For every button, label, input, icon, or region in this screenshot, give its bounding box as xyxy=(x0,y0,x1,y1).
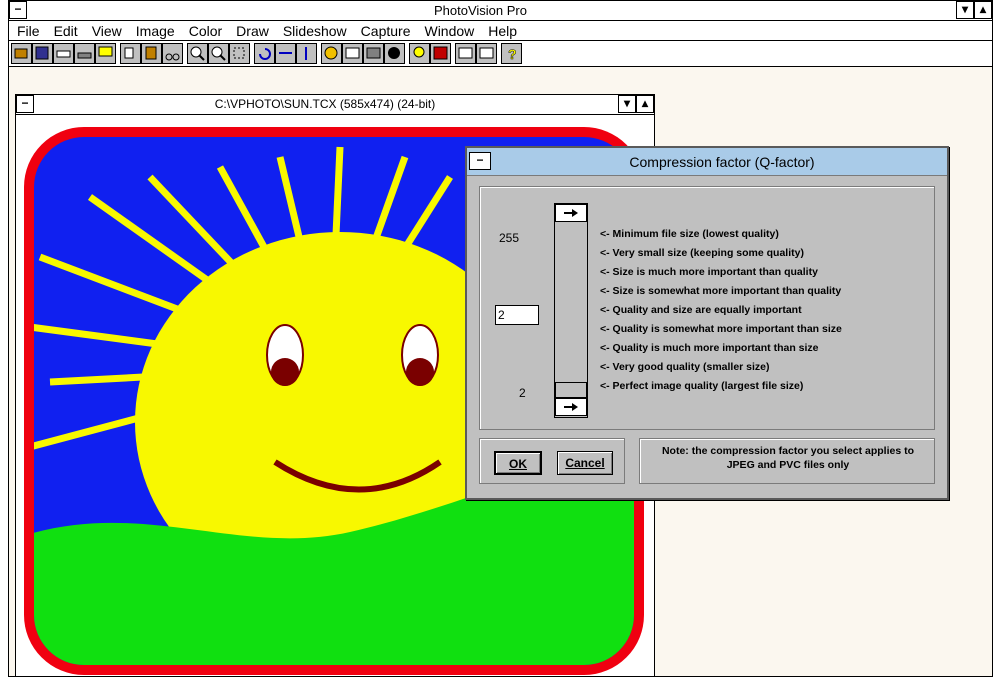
option-minimum-size[interactable]: <- Minimum file size (lowest quality) xyxy=(600,228,940,247)
image-window-menu-button[interactable]: − xyxy=(16,95,34,113)
slider-down-button[interactable] xyxy=(555,398,587,416)
maximize-button[interactable]: ▴ xyxy=(974,1,992,19)
palette-icon[interactable] xyxy=(321,43,342,64)
brightness-icon[interactable] xyxy=(342,43,363,64)
quality-options: <- Minimum file size (lowest quality) <-… xyxy=(600,228,940,399)
option-very-small-size[interactable]: <- Very small size (keeping some quality… xyxy=(600,247,940,266)
toolbar: ? xyxy=(9,41,992,67)
paste-icon[interactable] xyxy=(141,43,162,64)
note-text: Note: the compression factor you select … xyxy=(661,445,915,471)
flip-horizontal-icon[interactable] xyxy=(275,43,296,64)
option-quality-much-more[interactable]: <- Quality is much more important than s… xyxy=(600,342,940,361)
save-icon[interactable] xyxy=(32,43,53,64)
menu-file[interactable]: File xyxy=(17,23,40,39)
monitor-icon[interactable] xyxy=(95,43,116,64)
max-value-label: 255 xyxy=(499,231,520,245)
dialog-title: Compression factor (Q-factor) xyxy=(629,154,815,170)
left-pupil xyxy=(271,358,299,386)
capture-icon[interactable] xyxy=(476,43,497,64)
option-equal[interactable]: <- Quality and size are equally importan… xyxy=(600,304,940,323)
dialog-title-bar: − Compression factor (Q-factor) xyxy=(467,148,947,176)
menu-color[interactable]: Color xyxy=(189,23,222,39)
image-window-title: C:\VPHOTO\SUN.TCX (585x474) (24-bit) xyxy=(214,97,436,111)
cancel-button[interactable]: Cancel xyxy=(557,451,613,475)
menu-edit[interactable]: Edit xyxy=(54,23,78,39)
menu-capture[interactable]: Capture xyxy=(361,23,411,39)
slideshow-icon[interactable] xyxy=(455,43,476,64)
open-icon[interactable] xyxy=(11,43,32,64)
help-icon[interactable]: ? xyxy=(501,43,522,64)
menu-window[interactable]: Window xyxy=(424,23,474,39)
flip-vertical-icon[interactable] xyxy=(296,43,317,64)
menu-bar: File Edit View Image Color Draw Slidesho… xyxy=(9,21,992,41)
min-value-label: 2 xyxy=(519,386,526,400)
option-quality-somewhat-more[interactable]: <- Quality is somewhat more important th… xyxy=(600,323,940,342)
zoom-in-icon[interactable] xyxy=(187,43,208,64)
print-icon[interactable] xyxy=(53,43,74,64)
contrast-icon[interactable] xyxy=(363,43,384,64)
menu-draw[interactable]: Draw xyxy=(236,23,269,39)
minimize-button[interactable]: ▾ xyxy=(956,1,974,19)
q-factor-input[interactable] xyxy=(495,305,539,325)
compression-dialog: − Compression factor (Q-factor) 255 2 <-… xyxy=(465,146,949,500)
option-size-somewhat-more[interactable]: <- Size is somewhat more important than … xyxy=(600,285,940,304)
option-size-much-more[interactable]: <- Size is much more important than qual… xyxy=(600,266,940,285)
app-title-bar: − PhotoVision Pro ▾ ▴ xyxy=(9,1,992,21)
cut-icon[interactable] xyxy=(162,43,183,64)
image-icon[interactable] xyxy=(430,43,451,64)
image-window-title-bar: − C:\VPHOTO\SUN.TCX (585x474) (24-bit) ▾… xyxy=(16,95,654,115)
option-perfect-quality[interactable]: <- Perfect image quality (largest file s… xyxy=(600,380,940,399)
zoom-out-icon[interactable] xyxy=(208,43,229,64)
app-title: PhotoVision Pro xyxy=(434,3,527,18)
ok-button[interactable]: OK xyxy=(494,451,542,475)
invert-icon[interactable] xyxy=(384,43,405,64)
right-pupil xyxy=(406,358,434,386)
menu-slideshow[interactable]: Slideshow xyxy=(283,23,347,39)
dialog-system-menu-button[interactable]: − xyxy=(469,152,491,170)
menu-help[interactable]: Help xyxy=(488,23,517,39)
lamp-icon[interactable] xyxy=(409,43,430,64)
slider-thumb[interactable] xyxy=(555,382,587,398)
svg-text:?: ? xyxy=(508,46,517,62)
scanner-icon[interactable] xyxy=(74,43,95,64)
option-very-good-quality[interactable]: <- Very good quality (smaller size) xyxy=(600,361,940,380)
rotate-icon[interactable] xyxy=(254,43,275,64)
image-window-maximize-button[interactable]: ▴ xyxy=(636,95,654,113)
copy-icon[interactable] xyxy=(120,43,141,64)
image-window-minimize-button[interactable]: ▾ xyxy=(618,95,636,113)
crop-icon[interactable] xyxy=(229,43,250,64)
menu-view[interactable]: View xyxy=(92,23,122,39)
slider-up-button[interactable] xyxy=(555,204,587,222)
menu-image[interactable]: Image xyxy=(136,23,175,39)
